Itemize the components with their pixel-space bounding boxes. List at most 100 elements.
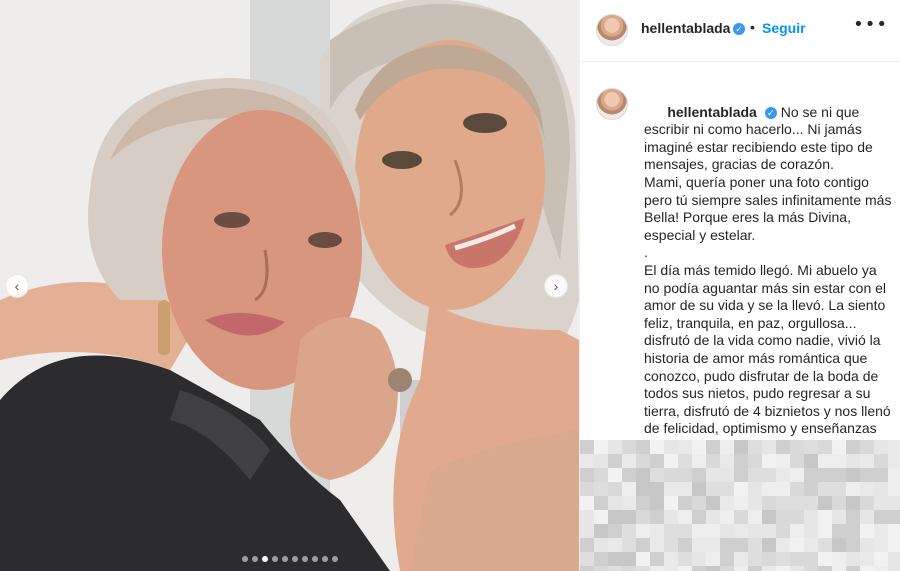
pixel-block — [748, 510, 762, 524]
pixel-block — [846, 566, 860, 571]
carousel-prev-button[interactable]: ‹ — [5, 274, 29, 298]
pixel-block — [776, 496, 790, 510]
caption-area: hellentablada ✓ No se ni que escribir ni … — [580, 62, 900, 440]
pixel-block — [748, 454, 762, 468]
pixel-block — [818, 552, 832, 566]
pixel-block — [888, 440, 900, 454]
pixel-block — [636, 538, 650, 552]
pixel-block — [818, 538, 832, 552]
pixel-block — [804, 454, 818, 468]
pixel-block — [818, 566, 832, 571]
pixel-block — [804, 440, 818, 454]
pixel-block — [664, 524, 678, 538]
pixel-block — [748, 496, 762, 510]
pixel-block — [748, 440, 762, 454]
pixel-block — [594, 552, 608, 566]
pixel-block — [790, 524, 804, 538]
pixel-block — [748, 524, 762, 538]
pixel-block — [818, 454, 832, 468]
pixel-block — [580, 496, 594, 510]
pixel-block — [762, 566, 776, 571]
pixel-block — [636, 468, 650, 482]
pixel-block — [678, 454, 692, 468]
caption-avatar-icon[interactable] — [596, 88, 628, 120]
pixel-block — [678, 496, 692, 510]
pixel-block — [636, 524, 650, 538]
pixel-block — [580, 552, 594, 566]
pixel-block — [790, 552, 804, 566]
pixel-block — [706, 538, 720, 552]
pixel-block — [832, 566, 846, 571]
pixel-block — [594, 454, 608, 468]
header-username[interactable]: hellentablada — [641, 20, 730, 36]
carousel-dot — [251, 556, 258, 562]
pixel-block — [790, 440, 804, 454]
pixel-block — [664, 440, 678, 454]
pixel-block — [804, 552, 818, 566]
pixel-block — [748, 566, 762, 571]
pixel-block — [594, 440, 608, 454]
pixel-block — [888, 538, 900, 552]
pixel-block — [608, 496, 622, 510]
caption-username[interactable]: hellentablada — [667, 104, 756, 120]
pixel-block — [622, 524, 636, 538]
pixel-block — [720, 440, 734, 454]
pixel-block — [832, 524, 846, 538]
pixel-block — [664, 510, 678, 524]
pixel-block — [874, 468, 888, 482]
follow-button[interactable]: Seguir — [762, 20, 806, 36]
pixel-block — [692, 482, 706, 496]
pixel-block — [804, 496, 818, 510]
pixel-block — [734, 440, 748, 454]
pixel-block — [720, 454, 734, 468]
pixel-block — [678, 482, 692, 496]
photo-illustration — [0, 0, 579, 571]
pixel-block — [874, 552, 888, 566]
profile-avatar-icon[interactable] — [596, 14, 628, 46]
pixel-block — [622, 440, 636, 454]
pixel-block — [664, 552, 678, 566]
post-side-panel: hellentablada ✓ • Seguir ••• hellentabla… — [579, 0, 900, 571]
pixel-block — [608, 482, 622, 496]
pixel-block — [860, 496, 874, 510]
pixel-block — [678, 440, 692, 454]
pixel-block — [846, 454, 860, 468]
pixel-block — [664, 566, 678, 571]
pixel-block — [734, 468, 748, 482]
pixel-block — [888, 468, 900, 482]
pixel-block — [776, 510, 790, 524]
pixel-block — [734, 482, 748, 496]
carousel-dot — [291, 556, 298, 562]
more-options-icon[interactable]: ••• — [853, 14, 888, 35]
pixel-block — [888, 566, 900, 571]
pixel-block — [706, 440, 720, 454]
pixel-block — [720, 510, 734, 524]
pixel-block — [636, 440, 650, 454]
post-photo[interactable]: ‹ › — [0, 0, 579, 571]
pixel-block — [776, 566, 790, 571]
pixel-block — [748, 538, 762, 552]
pixel-block — [748, 482, 762, 496]
pixel-block — [874, 496, 888, 510]
pixel-block — [846, 510, 860, 524]
pixel-block — [608, 510, 622, 524]
carousel-next-button[interactable]: › — [544, 274, 568, 298]
pixel-block — [678, 468, 692, 482]
pixel-block — [706, 468, 720, 482]
pixel-block — [580, 440, 594, 454]
pixel-block — [860, 482, 874, 496]
pixel-block — [804, 524, 818, 538]
pixel-block — [790, 566, 804, 571]
pixel-block — [580, 454, 594, 468]
pixel-block — [678, 566, 692, 571]
header-separator: • — [750, 19, 755, 35]
pixel-block — [776, 440, 790, 454]
pixel-block — [720, 482, 734, 496]
carousel-dot — [241, 556, 248, 562]
pixel-block — [832, 538, 846, 552]
pixel-block — [776, 552, 790, 566]
pixel-block — [804, 482, 818, 496]
pixel-block — [888, 482, 900, 496]
pixel-block — [762, 552, 776, 566]
pixel-block — [804, 566, 818, 571]
